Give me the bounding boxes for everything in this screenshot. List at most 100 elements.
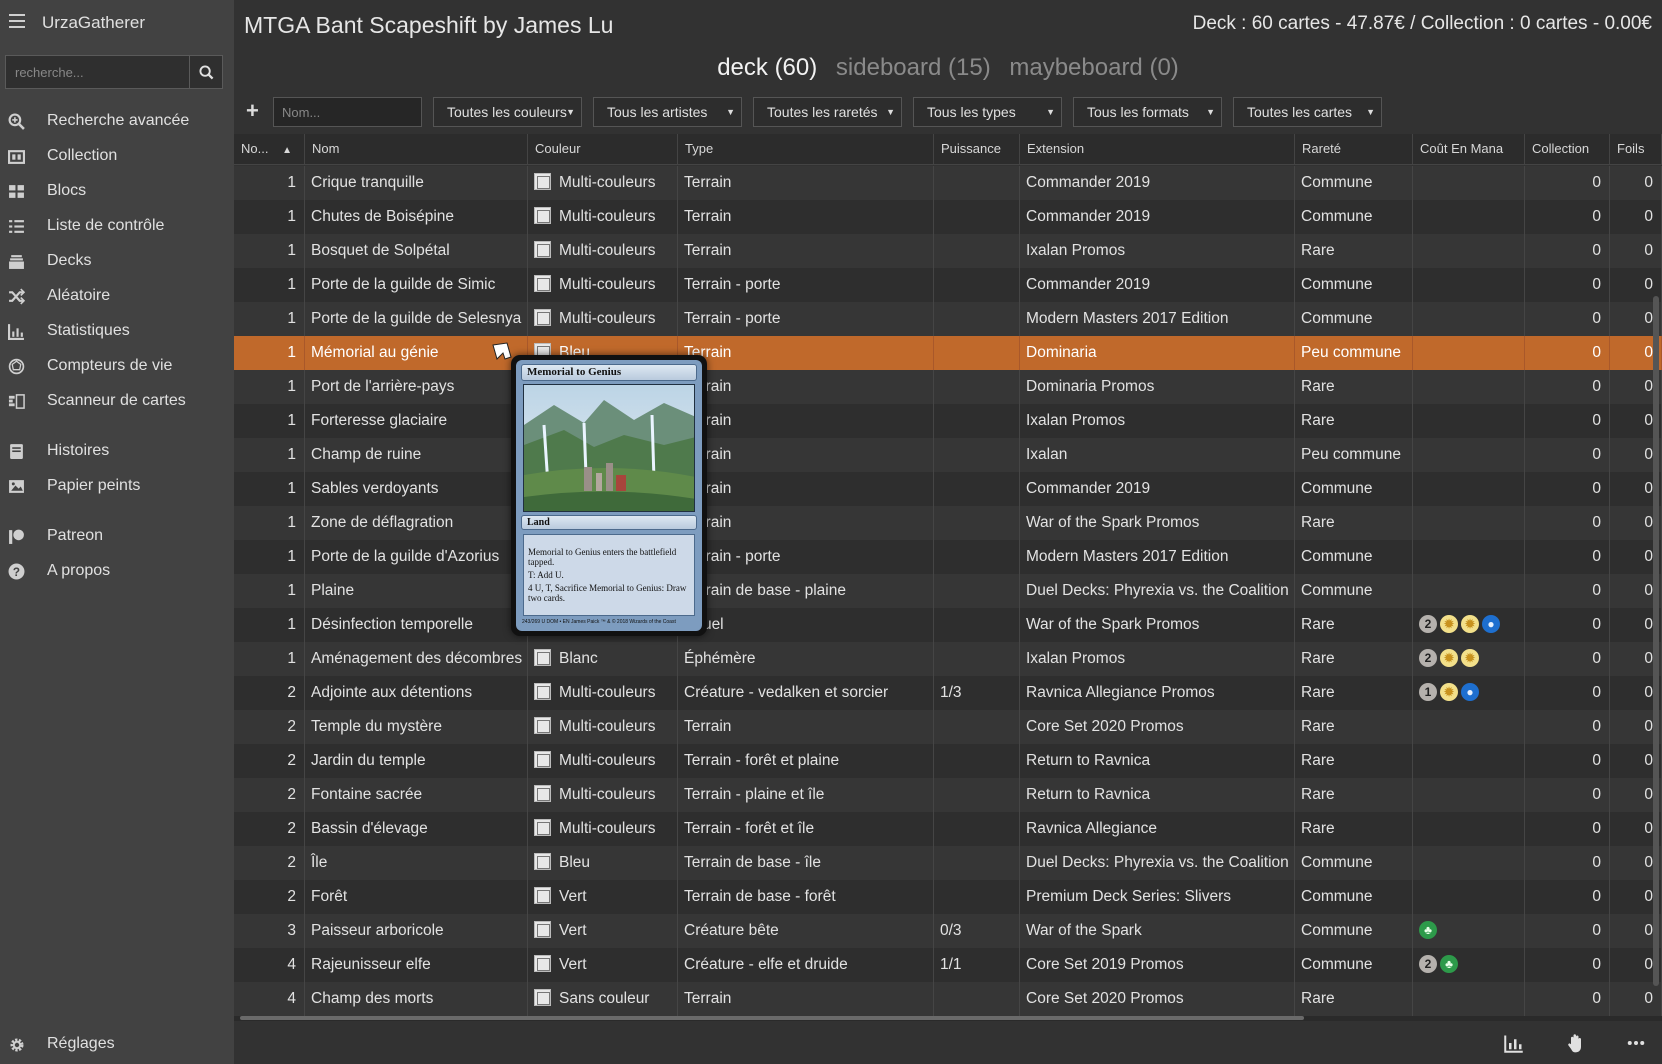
tab-deck[interactable]: deck (60) — [717, 54, 817, 81]
horizontal-scrollbar[interactable] — [234, 1016, 1662, 1021]
table-row[interactable]: 2 Forêt Vert Terrain de base - forêt Premium… — [234, 880, 1662, 914]
more-options-icon[interactable] — [1626, 1033, 1646, 1053]
table-row[interactable]: 1Désinfection temporelleMulti-couleursRi… — [234, 608, 1662, 642]
table-row[interactable]: 2 Adjointe aux détentions Multi-couleurs Cr… — [234, 676, 1662, 710]
dropdown-value: Tous les artistes — [607, 104, 708, 120]
rarity-filter-dropdown[interactable]: Toutes les raretés ▼ — [753, 97, 902, 127]
table-row[interactable]: 2 Temple du mystère Multi-couleurs Terrain C… — [234, 710, 1662, 744]
cards-filter-dropdown[interactable]: Toutes les cartes ▼ — [1233, 97, 1382, 127]
add-card-button[interactable]: + — [246, 100, 259, 122]
cell-type: Terrain de base - île — [678, 846, 934, 880]
nav-item-histoires[interactable]: Histoires — [0, 434, 234, 468]
cell-coll: 0 — [1525, 574, 1610, 608]
sort-asc-icon: ▲ — [282, 145, 292, 156]
name-filter-input[interactable] — [273, 97, 422, 127]
cell-name: Zone de déflagration — [305, 506, 528, 540]
cell-type: Terrain — [678, 370, 934, 404]
column-header-power[interactable]: Puissance — [934, 134, 1020, 165]
cell-power — [934, 234, 1020, 268]
nav-item-scanneur-de-cartes[interactable]: Scanneur de cartes — [0, 384, 234, 418]
cell-set: Ixalan Promos — [1020, 642, 1295, 676]
nav-label: Recherche avancée — [47, 112, 190, 129]
column-header-collection[interactable]: Collection — [1525, 134, 1610, 165]
table-row[interactable]: 4 Rajeunisseur elfe Vert Créature - elfe et… — [234, 948, 1662, 982]
table-row[interactable]: 1 Mémorial au génie Bleu Terrain Dominaria Pe… — [234, 336, 1662, 370]
cell-rarity: Commune — [1295, 302, 1413, 336]
table-row[interactable]: 1Champ de ruineSans couleurTerrainIxalan… — [234, 438, 1662, 472]
type-filter-dropdown[interactable]: Tous les types ▼ — [913, 97, 1062, 127]
search-input[interactable] — [5, 55, 190, 89]
stats-chart-icon[interactable] — [1504, 1033, 1524, 1053]
column-header-name[interactable]: Nom — [305, 134, 528, 165]
column-header-mana-cost[interactable]: Coût En Mana — [1413, 134, 1525, 165]
table-row[interactable]: 1 Chutes de Boisépine Multi-couleurs Terrai… — [234, 200, 1662, 234]
table-row[interactable]: 1 Bosquet de Solpétal Multi-couleurs Terrai… — [234, 234, 1662, 268]
column-header-rarity[interactable]: Rareté — [1295, 134, 1413, 165]
cell-mana-cost — [1413, 880, 1525, 914]
nav-item-compteurs-de-vie[interactable]: Compteurs de vie — [0, 349, 234, 383]
cell-name: Bosquet de Solpétal — [305, 234, 528, 268]
table-row[interactable]: 1 Porte de la guilde de Selesnya Multi-cou… — [234, 302, 1662, 336]
cell-type: Terrain — [678, 234, 934, 268]
color-image-icon — [534, 819, 551, 837]
cell-mana-cost — [1413, 744, 1525, 778]
scrollbar-thumb[interactable] — [240, 1016, 1304, 1020]
cell-mana-cost — [1413, 438, 1525, 472]
nav-item-liste-de-controle[interactable]: Liste de contrôle — [0, 209, 234, 243]
format-filter-dropdown[interactable]: Tous les formats ▼ — [1073, 97, 1222, 127]
table-row[interactable]: 1Sables verdoyantsSans couleurTerrainCom… — [234, 472, 1662, 506]
table-row[interactable]: 1Port de l'arrière-paysMulti-couleursTer… — [234, 370, 1662, 404]
table-row[interactable]: 1Porte de la guilde d'AzoriusMulti-coule… — [234, 540, 1662, 574]
cell-mana-cost — [1413, 166, 1525, 200]
hand-icon[interactable] — [1566, 1033, 1586, 1053]
tab-sideboard[interactable]: sideboard (15) — [836, 54, 991, 81]
cell-mana-cost: 2 ✹ ✹ ● — [1413, 608, 1525, 642]
nav-item-decks[interactable]: Decks — [0, 244, 234, 278]
color-filter-dropdown[interactable]: Toutes les couleurs ▼ — [433, 97, 582, 127]
dropdown-caret-icon: ▼ — [566, 107, 575, 117]
cell-rarity: Commune — [1295, 540, 1413, 574]
cell-set: Modern Masters 2017 Edition — [1020, 302, 1295, 336]
table-row[interactable]: 3 Paisseur arboricole Vert Créature bête 0/3… — [234, 914, 1662, 948]
table-row[interactable]: 1Forteresse glaciaireMulti-couleursTerra… — [234, 404, 1662, 438]
table-row[interactable]: 2 Fontaine sacrée Multi-couleurs Terrain - … — [234, 778, 1662, 812]
table-row[interactable]: 4 Champ des morts Sans couleur Terrain Core … — [234, 982, 1662, 1016]
table-row[interactable]: 1Zone de déflagrationSans couleurTerrain… — [234, 506, 1662, 540]
nav-item-statistiques[interactable]: Statistiques — [0, 314, 234, 348]
table-row[interactable]: 2 Jardin du temple Multi-couleurs Terrain -… — [234, 744, 1662, 778]
cell-rarity: Rare — [1295, 744, 1413, 778]
cell-set: Ixalan Promos — [1020, 234, 1295, 268]
table-row[interactable]: 2 Bassin d'élevage Multi-couleurs Terrain -… — [234, 812, 1662, 846]
nav-item-recherche-avancee[interactable]: Recherche avancée — [0, 104, 234, 138]
column-header-color[interactable]: Couleur — [528, 134, 678, 165]
cell-qty: 1 — [234, 608, 305, 642]
nav-item-collection[interactable]: Collection — [0, 139, 234, 173]
vertical-scrollbar[interactable] — [1653, 296, 1659, 986]
settings-button[interactable]: Réglages — [0, 1026, 234, 1064]
nav-item-patreon[interactable]: Patreon — [0, 519, 234, 553]
table-row[interactable]: 1 Crique tranquille Multi-couleurs Terrain C… — [234, 166, 1662, 200]
nav-item-blocs[interactable]: Blocs — [0, 174, 234, 208]
search-icon — [198, 64, 213, 79]
cell-mana-cost — [1413, 506, 1525, 540]
column-header-foils[interactable]: Foils — [1610, 134, 1662, 165]
artist-filter-dropdown[interactable]: Tous les artistes ▼ — [593, 97, 742, 127]
search-button[interactable] — [190, 55, 223, 89]
column-header-quantity[interactable]: No... ▲ — [234, 134, 305, 165]
cell-name: Paisseur arboricole — [305, 914, 528, 948]
tab-maybeboard[interactable]: maybeboard (0) — [1009, 54, 1178, 81]
column-header-type[interactable]: Type — [678, 134, 934, 165]
nav-item-papier-peints[interactable]: Papier peints — [0, 469, 234, 503]
column-header-set[interactable]: Extension — [1020, 134, 1295, 165]
table-row[interactable]: 2 Île Bleu Terrain de base - île Duel Decks:… — [234, 846, 1662, 880]
hamburger-menu-icon[interactable] — [9, 14, 25, 28]
cell-type: Terrain — [678, 710, 934, 744]
cell-type: Créature - vedalken et sorcier — [678, 676, 934, 710]
nav-item-aleatoire[interactable]: Aléatoire — [0, 279, 234, 313]
table-row[interactable]: 1 Aménagement des décombres Blanc Éphémère I… — [234, 642, 1662, 676]
table-row[interactable]: 1PlaineBlancTerrain de base - plaineDuel… — [234, 574, 1662, 608]
table-row[interactable]: 1 Porte de la guilde de Simic Multi-couleu… — [234, 268, 1662, 302]
nav-item-a-propos[interactable]: ? A propos — [0, 554, 234, 588]
cell-power — [934, 846, 1020, 880]
bar-chart-icon — [8, 324, 24, 340]
